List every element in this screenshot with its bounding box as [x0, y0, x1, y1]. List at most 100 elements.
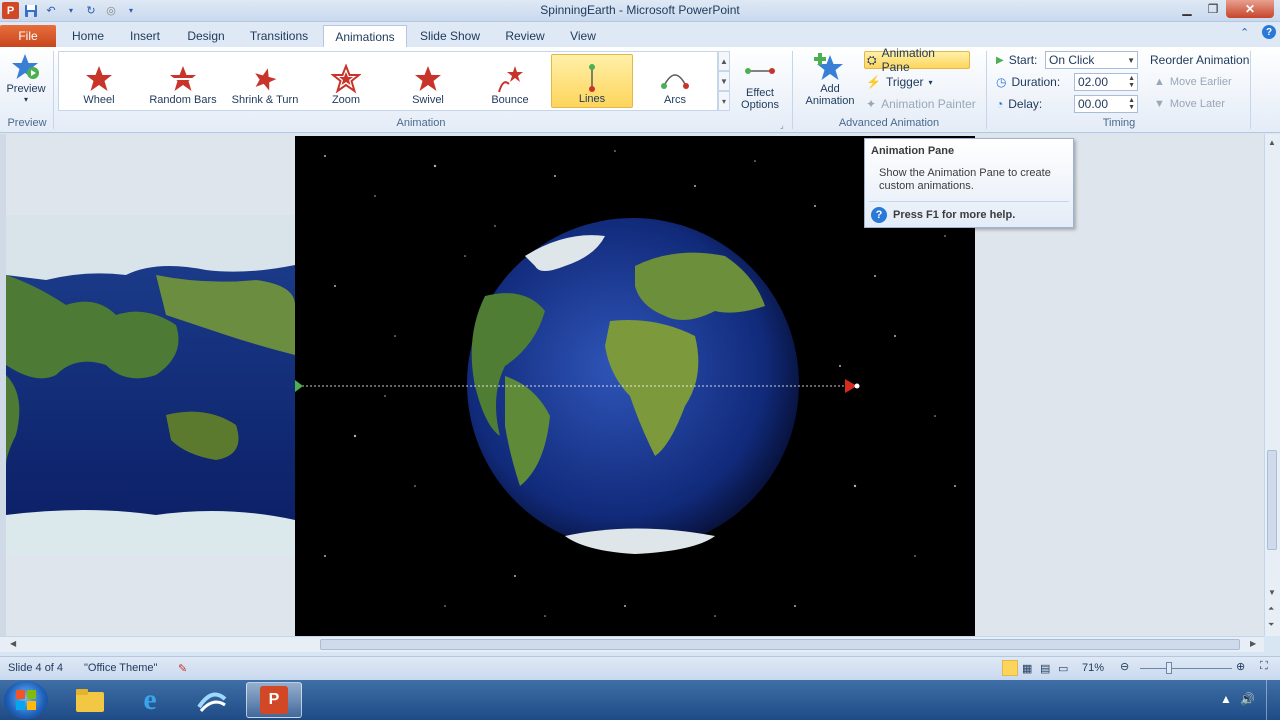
- animation-shrink-turn[interactable]: Shrink & Turn: [225, 54, 305, 108]
- tab-home[interactable]: Home: [62, 25, 114, 47]
- random-bars-star-icon: [170, 66, 196, 91]
- reorder-animation-label: Reorder Animation: [1150, 53, 1250, 67]
- start-button[interactable]: [4, 681, 48, 719]
- move-earlier-button[interactable]: ▲ Move Earlier: [1154, 73, 1232, 91]
- preview-star-icon: [10, 51, 42, 83]
- animation-pane-label: Animation Pane: [881, 46, 935, 74]
- tab-transitions[interactable]: Transitions: [242, 25, 316, 47]
- animation-label: Bounce: [491, 94, 529, 106]
- animation-bounce[interactable]: Bounce: [471, 54, 549, 108]
- scroll-down-icon[interactable]: ▼: [1268, 588, 1276, 597]
- tab-slide-show[interactable]: Slide Show: [414, 25, 486, 47]
- app-taskbar-button[interactable]: [184, 682, 240, 718]
- duration-spinner-icon[interactable]: ▲ ▼: [1128, 75, 1135, 89]
- duration-input[interactable]: 02.00 ▲ ▼: [1074, 73, 1138, 91]
- effect-options-button[interactable]: Effect Options: [734, 55, 786, 111]
- minimize-button[interactable]: ▁: [1174, 0, 1200, 18]
- internet-explorer-icon: e: [143, 683, 157, 716]
- add-animation-button[interactable]: Add Animation: [797, 51, 863, 107]
- powerpoint-taskbar-button[interactable]: P: [246, 682, 302, 718]
- animation-label: Swivel: [412, 94, 444, 106]
- slide-workspace: [0, 134, 1264, 636]
- gallery-up-icon[interactable]: ▲: [718, 51, 730, 71]
- add-animation-label-2: Animation: [805, 95, 855, 107]
- animation-label: Zoom: [331, 94, 361, 106]
- slide-sorter-icon[interactable]: ▦: [1022, 662, 1032, 675]
- animation-painter-label: Animation Painter: [881, 97, 976, 111]
- delay-input[interactable]: 00.00 ▲ ▼: [1074, 95, 1138, 113]
- trigger-button[interactable]: ⚡ Trigger ▾: [866, 73, 933, 91]
- lines-path-icon: [589, 64, 595, 92]
- zoom-slider-thumb[interactable]: [1166, 662, 1172, 674]
- delay-row: ◔ Delay:: [996, 95, 1042, 113]
- volume-icon[interactable]: 🔊: [1240, 692, 1255, 706]
- animation-label: Random Bars: [149, 94, 217, 106]
- start-play-icon: ▶: [996, 54, 1004, 66]
- restore-button[interactable]: ❐: [1200, 0, 1226, 18]
- horizontal-scrollbar[interactable]: ◀ ▶: [0, 636, 1264, 652]
- move-earlier-arrow-icon: ▲: [1154, 76, 1165, 88]
- tab-insert[interactable]: Insert: [120, 25, 170, 47]
- explorer-taskbar-button[interactable]: [62, 682, 118, 718]
- world-map-image[interactable]: [6, 215, 295, 555]
- move-later-button[interactable]: ▼ Move Later: [1154, 95, 1225, 113]
- animation-label: Arcs: [664, 94, 686, 106]
- tray-expand-icon[interactable]: ▲: [1220, 692, 1232, 706]
- tab-view[interactable]: View: [562, 25, 604, 47]
- zoom-slider[interactable]: [1140, 668, 1232, 669]
- animation-swivel[interactable]: Swivel: [389, 54, 467, 108]
- start-select[interactable]: On Click ▼: [1045, 51, 1138, 69]
- zoom-out-icon[interactable]: ⊖: [1120, 660, 1129, 673]
- animation-lines[interactable]: Lines: [551, 54, 633, 108]
- ribbon-tabs: File Home Insert Design Transitions Anim…: [0, 22, 1280, 47]
- start-label: Start:: [1008, 53, 1038, 67]
- dialog-launcher-icon[interactable]: ⌟: [780, 121, 784, 130]
- move-later-arrow-icon: ▼: [1154, 98, 1165, 110]
- animation-painter-button[interactable]: ✦ Animation Painter: [866, 95, 976, 113]
- vertical-scrollbar[interactable]: ▲ ▼ ⏶ ⏷: [1264, 134, 1280, 636]
- tab-animations[interactable]: Animations: [323, 25, 407, 47]
- tab-review[interactable]: Review: [498, 25, 552, 47]
- zoom-level[interactable]: 71%: [1082, 662, 1104, 674]
- slide-show-icon[interactable]: ▭: [1058, 662, 1068, 675]
- preview-button[interactable]: Preview ▾: [4, 51, 48, 104]
- duration-value: 02.00: [1078, 75, 1109, 89]
- zoom-star-icon: [331, 64, 361, 94]
- help-icon[interactable]: ?: [1262, 25, 1276, 39]
- minimize-ribbon-icon[interactable]: ⌃: [1240, 26, 1249, 39]
- animation-zoom[interactable]: Zoom: [307, 54, 385, 108]
- group-label-timing: Timing: [1102, 117, 1136, 129]
- animation-wheel[interactable]: Wheel: [61, 54, 137, 108]
- normal-view-icon[interactable]: [1002, 660, 1018, 676]
- gallery-more-icon[interactable]: ▾: [718, 91, 730, 111]
- preview-label: Preview: [6, 83, 46, 95]
- gallery-scroll: ▲ ▼ ▾: [718, 51, 730, 111]
- tab-design[interactable]: Design: [178, 25, 234, 47]
- animation-pane-icon: ⛭: [867, 52, 877, 67]
- fit-to-window-icon[interactable]: ⛶: [1260, 660, 1268, 673]
- delay-spinner-icon[interactable]: ▲ ▼: [1128, 97, 1135, 111]
- zoom-in-icon[interactable]: ⊕: [1236, 660, 1245, 673]
- previous-slide-icon[interactable]: ⏶: [1268, 604, 1274, 614]
- scroll-thumb[interactable]: [1267, 450, 1277, 550]
- spelling-check-icon[interactable]: ✎: [178, 662, 187, 675]
- tooltip-divider: [869, 201, 1069, 202]
- gallery-down-icon[interactable]: ▼: [718, 71, 730, 91]
- scroll-up-icon[interactable]: ▲: [1268, 138, 1276, 147]
- duration-row: ◷ Duration:: [996, 73, 1060, 91]
- animation-arcs[interactable]: Arcs: [635, 54, 715, 108]
- show-desktop-button[interactable]: [1266, 680, 1280, 720]
- next-slide-icon[interactable]: ⏷: [1268, 620, 1274, 630]
- tab-file[interactable]: File: [0, 25, 56, 47]
- hscroll-thumb[interactable]: [320, 639, 1240, 650]
- separator: [986, 51, 987, 129]
- add-animation-icon: [814, 51, 846, 83]
- reading-view-icon[interactable]: ▤: [1040, 662, 1050, 675]
- add-animation-label-1: Add: [820, 83, 840, 95]
- scroll-right-icon[interactable]: ▶: [1250, 639, 1256, 648]
- scroll-left-icon[interactable]: ◀: [10, 639, 16, 648]
- close-button[interactable]: ✕: [1226, 0, 1274, 18]
- internet-explorer-taskbar-button[interactable]: e: [122, 682, 178, 718]
- animation-random-bars[interactable]: Random Bars: [143, 54, 223, 108]
- animation-pane-button[interactable]: ⛭ Animation Pane: [864, 46, 970, 74]
